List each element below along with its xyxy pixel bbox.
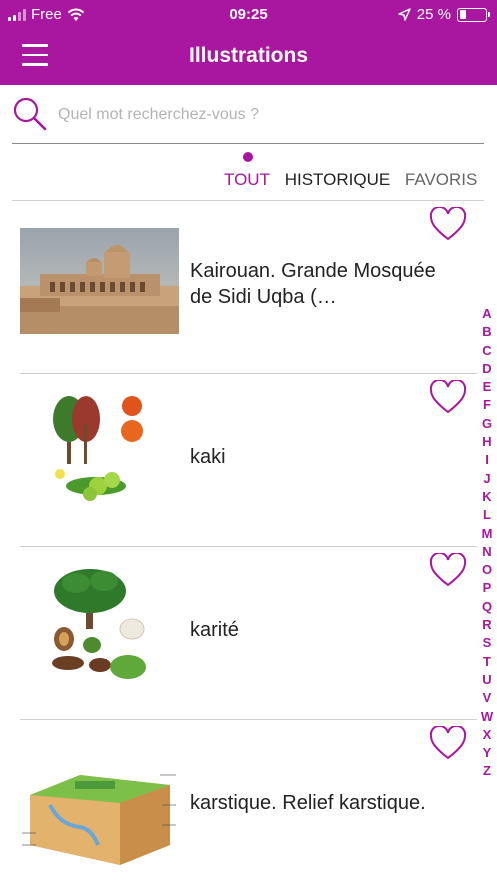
tab-favoris[interactable]: FAVORIS <box>405 170 477 190</box>
alphabet-letter-z[interactable]: Z <box>483 762 491 780</box>
kaki-illustration-thumbnail <box>20 394 179 514</box>
app-header: Illustrations <box>0 30 497 85</box>
alphabet-letter-y[interactable]: Y <box>483 744 492 762</box>
karite-illustration-thumbnail <box>20 567 179 695</box>
battery-icon <box>457 7 490 22</box>
search-icon[interactable] <box>12 96 48 132</box>
alphabet-letter-w[interactable]: W <box>481 708 493 726</box>
mosque-photo-thumbnail <box>20 228 179 334</box>
alphabet-index: ABCDEFGHIJKLMNOPQRSTUVWXYZ <box>478 305 496 781</box>
alphabet-letter-a[interactable]: A <box>482 305 491 323</box>
search-input[interactable] <box>58 102 478 128</box>
item-label: kaki <box>190 446 226 468</box>
alphabet-letter-e[interactable]: E <box>483 378 492 396</box>
alphabet-letter-k[interactable]: K <box>482 488 491 506</box>
page-title: Illustrations <box>188 44 309 67</box>
alphabet-letter-m[interactable]: M <box>482 525 493 543</box>
filter-tabs: TOUT HISTORIQUE FAVORIS <box>224 170 497 192</box>
alphabet-letter-t[interactable]: T <box>483 653 491 671</box>
alphabet-letter-b[interactable]: B <box>482 323 491 341</box>
heart-icon[interactable] <box>429 726 467 760</box>
alphabet-letter-u[interactable]: U <box>482 671 491 689</box>
status-bar: Free 09:25 25 % <box>0 0 497 30</box>
heart-icon[interactable] <box>429 553 467 587</box>
item-label: Kairouan. Grande Mosquée de Sidi Uqba (… <box>190 260 436 308</box>
alphabet-letter-h[interactable]: H <box>482 433 491 451</box>
location-arrow-icon <box>398 8 411 21</box>
alphabet-letter-f[interactable]: F <box>483 396 491 414</box>
alphabet-letter-x[interactable]: X <box>483 726 492 744</box>
alphabet-letter-g[interactable]: G <box>482 415 492 433</box>
alphabet-letter-s[interactable]: S <box>483 634 492 652</box>
item-label: karité <box>190 619 239 641</box>
alphabet-letter-v[interactable]: V <box>483 689 492 707</box>
alphabet-letter-i[interactable]: I <box>485 451 489 469</box>
heart-icon[interactable] <box>429 207 467 241</box>
search-bar <box>12 92 484 144</box>
heart-icon[interactable] <box>429 380 467 414</box>
alphabet-letter-p[interactable]: P <box>483 579 492 597</box>
illustrations-list: Kairouan. Grande Mosquée de Sidi Uqba (… <box>0 201 497 883</box>
karst-illustration-thumbnail <box>20 745 179 870</box>
list-item[interactable]: kaki <box>0 374 497 547</box>
alphabet-letter-c[interactable]: C <box>482 342 491 360</box>
battery-percent: 25 % <box>416 6 451 23</box>
tab-historique[interactable]: HISTORIQUE <box>285 170 390 190</box>
alphabet-letter-q[interactable]: Q <box>482 598 492 616</box>
battery-fill <box>459 10 466 19</box>
alphabet-letter-d[interactable]: D <box>482 360 491 378</box>
tab-tout[interactable]: TOUT <box>224 170 270 190</box>
list-item[interactable]: karstique. Relief karstique. <box>0 720 497 883</box>
alphabet-letter-r[interactable]: R <box>482 616 491 634</box>
list-item[interactable]: karité <box>0 547 497 720</box>
alphabet-letter-j[interactable]: J <box>483 470 490 488</box>
list-item[interactable]: Kairouan. Grande Mosquée de Sidi Uqba (… <box>0 201 497 374</box>
active-tab-indicator <box>243 152 253 162</box>
status-right: 25 % <box>398 6 490 23</box>
item-label: karstique. Relief karstique. <box>190 792 426 814</box>
alphabet-letter-o[interactable]: O <box>482 561 492 579</box>
alphabet-letter-l[interactable]: L <box>483 506 491 524</box>
alphabet-letter-n[interactable]: N <box>482 543 491 561</box>
